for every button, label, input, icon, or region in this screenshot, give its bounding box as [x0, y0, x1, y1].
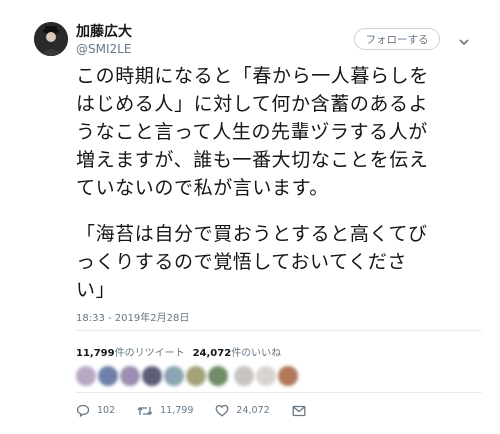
- reply-button[interactable]: 102: [76, 404, 115, 417]
- author-name[interactable]: 加藤広大: [76, 24, 132, 40]
- tweet-paragraph: 「海苔は自分で買おうとすると高くてび っくりするので覚悟しておいてくださ い」: [76, 223, 428, 301]
- retweet-count: 11,799: [160, 405, 194, 416]
- liker-avatar[interactable]: [208, 366, 228, 386]
- avatar-person-icon: [34, 22, 68, 56]
- envelope-icon: [292, 405, 306, 416]
- author-handle[interactable]: @SMI2LE: [76, 42, 131, 56]
- avatar[interactable]: [34, 22, 68, 56]
- like-button[interactable]: 24,072: [215, 404, 270, 417]
- retweet-stat[interactable]: 11,799件のリツイート: [76, 348, 185, 359]
- retweet-button[interactable]: 11,799: [137, 405, 193, 417]
- tweet-timestamp[interactable]: 18:33 - 2019年2月28日: [76, 309, 189, 324]
- engagement-stats: 11,799件のリツイート 24,072件のいいね: [76, 344, 281, 359]
- liker-avatar[interactable]: [234, 366, 254, 386]
- liker-avatar[interactable]: [278, 366, 298, 386]
- retweet-stat-count: 11,799: [76, 348, 115, 359]
- liker-avatar[interactable]: [186, 366, 206, 386]
- follow-button[interactable]: フォローする: [354, 28, 440, 50]
- like-stat-label: 件のいいね: [231, 348, 282, 359]
- liker-avatar[interactable]: [120, 366, 140, 386]
- like-count: 24,072: [236, 405, 270, 416]
- liker-avatar[interactable]: [164, 366, 184, 386]
- tweet-card: 加藤広大 @SMI2LE フォローする この時期になると「春から一人暮らしを は…: [0, 0, 500, 434]
- divider: [76, 330, 482, 331]
- heart-icon: [215, 404, 229, 417]
- divider: [76, 392, 482, 393]
- liker-avatar[interactable]: [142, 366, 162, 386]
- direct-message-button[interactable]: [292, 405, 313, 417]
- tweet-actions: 102 11,799 24,072: [76, 404, 335, 417]
- liker-avatar[interactable]: [76, 366, 96, 386]
- reply-icon: [76, 404, 90, 417]
- chevron-down-icon[interactable]: [458, 33, 470, 46]
- retweet-stat-label: 件のリツイート: [114, 348, 185, 359]
- like-stat-count: 24,072: [192, 348, 232, 359]
- like-stat[interactable]: 24,072件のいいね: [193, 348, 282, 359]
- tweet-text: この時期になると「春から一人暮らしを はじめる人」に対して何か含蓄のあるよ うな…: [76, 62, 486, 304]
- liker-avatar[interactable]: [98, 366, 118, 386]
- reply-count: 102: [97, 405, 116, 416]
- retweet-icon: [137, 406, 153, 415]
- liker-avatar[interactable]: [256, 366, 276, 386]
- tweet-paragraph: この時期になると「春から一人暮らしを はじめる人」に対して何か含蓄のあるよ うな…: [76, 65, 429, 199]
